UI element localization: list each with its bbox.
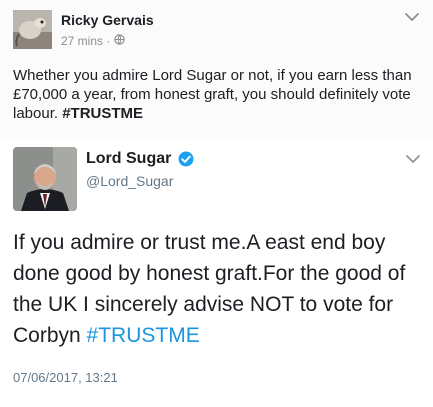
- tweet-text: If you admire or trust me.A east end boy…: [13, 227, 425, 351]
- chevron-down-icon[interactable]: [404, 12, 420, 22]
- post-text: Whether you admire Lord Sugar or not, if…: [13, 66, 423, 123]
- avatar[interactable]: [13, 10, 52, 49]
- post-time[interactable]: 27 mins: [61, 34, 103, 48]
- hashtag[interactable]: #TRUSTME: [62, 105, 143, 122]
- tweet-card: Lord Sugar @Lord_Sugar If you admire or …: [0, 137, 433, 407]
- verified-badge-icon: [178, 151, 194, 167]
- separator: ·: [106, 33, 111, 48]
- avatar[interactable]: [13, 147, 77, 211]
- tweet-body: If you admire or trust me.A east end boy…: [13, 231, 406, 347]
- tweet-timestamp[interactable]: 07/06/2017, 13:21: [13, 370, 118, 385]
- facebook-post: Ricky Gervais 27 mins · Whether you admi…: [0, 0, 433, 137]
- post-author-name[interactable]: Ricky Gervais: [61, 12, 154, 28]
- tweet-author-name[interactable]: Lord Sugar: [86, 150, 171, 168]
- post-meta: 27 mins ·: [61, 33, 125, 48]
- hashtag[interactable]: #TRUSTME: [87, 324, 200, 347]
- globe-icon: [114, 34, 125, 48]
- chevron-down-icon[interactable]: [405, 154, 421, 164]
- tweet-handle[interactable]: @Lord_Sugar: [86, 173, 173, 189]
